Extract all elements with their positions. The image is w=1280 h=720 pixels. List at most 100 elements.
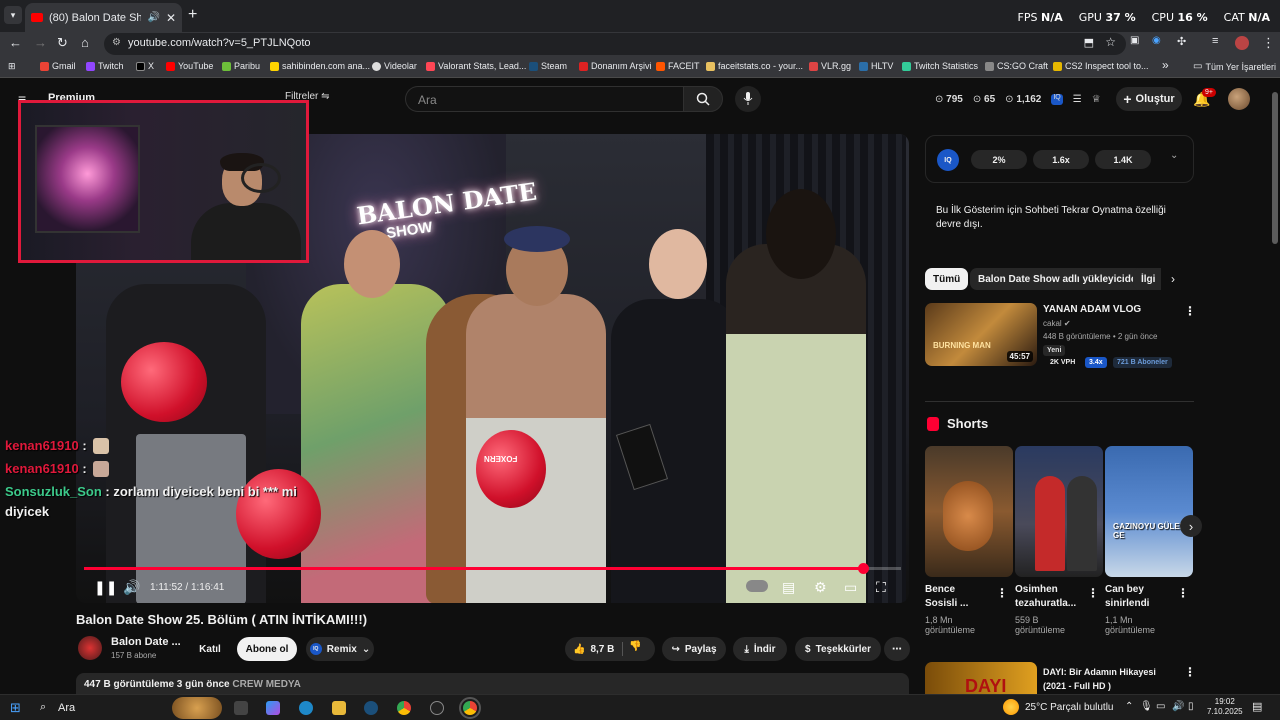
vidiq-icon[interactable]: IQ <box>1051 94 1063 105</box>
taskbar-search-label[interactable]: Ara <box>58 702 75 714</box>
bookmark-csgocraft[interactable]: CS:GO Craft <box>985 61 1048 71</box>
short-thumbnail[interactable] <box>925 446 1013 577</box>
recommended-video-title[interactable]: DAYI: Bir Adamın Hikayesi (2021 - Full HD… <box>1043 665 1156 693</box>
chrome-icon[interactable] <box>397 701 411 715</box>
bookmark-vlr[interactable]: VLR.gg <box>809 61 851 71</box>
task-view-icon[interactable] <box>234 701 248 715</box>
battery-icon[interactable]: ▯ <box>1188 701 1194 712</box>
short-thumbnail[interactable]: GAZINOYU GÜLER GE <box>1105 446 1193 577</box>
steam-taskbar-icon[interactable] <box>364 701 378 715</box>
apps-grid-icon[interactable]: ⊞ <box>8 61 16 72</box>
windows-start-icon[interactable]: ⊞ <box>10 700 21 716</box>
clock[interactable]: 19:02 7.10.2025 <box>1207 697 1243 717</box>
all-bookmarks-folder[interactable]: ▭ Tüm Yer İşaretleri <box>1193 61 1276 72</box>
notification-center-icon[interactable]: ▤ <box>1252 700 1262 713</box>
more-options-icon[interactable]: ⋮ <box>1184 665 1196 679</box>
create-button[interactable]: + Oluştur <box>1116 87 1182 111</box>
trophy-icon[interactable]: ♕ <box>1092 94 1101 105</box>
new-tab-button[interactable]: + <box>188 6 197 24</box>
weather-text[interactable]: 25°C Parçalı bulutlu <box>1025 702 1114 713</box>
subscribe-button[interactable]: Abone ol <box>237 637 297 661</box>
tray-chevron-icon[interactable]: ⌃ <box>1125 701 1133 712</box>
bookmark-paribu[interactable]: Paribu <box>222 61 260 71</box>
close-tab-icon[interactable]: ✕ <box>166 11 176 25</box>
video-progress-bar[interactable] <box>84 563 901 574</box>
install-app-icon[interactable]: ⬒ <box>1084 36 1094 49</box>
profile-avatar-icon[interactable] <box>1235 36 1249 50</box>
more-options-icon[interactable]: ⋮ <box>996 586 1008 600</box>
user-avatar[interactable] <box>1228 88 1250 110</box>
volume-icon[interactable]: 🔊 <box>123 579 140 596</box>
download-button[interactable]: ⤓ İndir <box>733 637 787 661</box>
short-title[interactable]: Bence Sosisli ... <box>925 583 968 611</box>
voice-search-button[interactable] <box>735 86 761 112</box>
more-bookmarks-button[interactable]: » <box>1162 58 1169 72</box>
network-icon[interactable]: ▭ <box>1156 701 1165 712</box>
expand-chevron-icon[interactable]: ⌄ <box>1170 150 1178 161</box>
extension-icon[interactable]: ▣ <box>1130 35 1139 46</box>
forward-arrow-icon[interactable]: → <box>34 35 47 50</box>
hashtag[interactable]: CREW MEDYA <box>232 679 301 690</box>
bookmark-x[interactable]: X <box>136 61 154 71</box>
site-info-icon[interactable]: ⚙ <box>112 37 121 48</box>
bookmark-cs2inspect[interactable]: CS2 Inspect tool to... <box>1053 61 1149 71</box>
tab-search-button[interactable]: ▾ <box>4 6 22 24</box>
short-title[interactable]: Osimhen tezahuratla... <box>1015 583 1076 611</box>
theater-mode-icon[interactable]: ▭ <box>844 579 857 596</box>
extensions-puzzle-icon[interactable]: ✣ <box>1177 35 1186 48</box>
taskbar-search-icon[interactable]: ⌕ <box>40 701 46 714</box>
copilot-icon[interactable] <box>266 701 280 715</box>
browser-tab-active[interactable]: (80) Balon Date Show 25. B 🔊 ✕ <box>25 3 182 32</box>
search-button[interactable] <box>683 86 723 112</box>
browser-menu-icon[interactable]: ⋮ <box>1262 35 1275 51</box>
share-button[interactable]: ↪ Paylaş <box>662 637 726 661</box>
url-bar[interactable]: ⚙ youtube.com/watch?v=5_PTJLNQoto ⬒ ☆ <box>104 33 1126 55</box>
weather-icon[interactable] <box>1003 699 1019 715</box>
subtitles-icon[interactable]: ▤ <box>782 579 795 596</box>
channel-name[interactable]: Balon Date ... <box>111 636 181 648</box>
chrome-active-icon[interactable] <box>459 697 481 719</box>
bookmark-youtube[interactable]: YouTube <box>166 61 213 71</box>
recommended-channel[interactable]: cakal ✔ <box>1043 319 1071 328</box>
bookmark-sahibinden[interactable]: sahibinden.com ana... <box>270 61 370 71</box>
bookmark-twitch[interactable]: Twitch <box>86 61 124 71</box>
bookmark-twitch-stats[interactable]: Twitch Statistics <box>902 61 978 71</box>
extension2-icon[interactable]: ◉ <box>1152 35 1161 46</box>
obs-icon[interactable] <box>430 701 444 715</box>
thanks-button[interactable]: $ Teşekkürler <box>795 637 881 661</box>
home-icon[interactable]: ⌂ <box>81 35 89 50</box>
chip-related[interactable]: İlgi <box>1133 268 1161 290</box>
bookmark-faceit[interactable]: FACEIT <box>656 61 700 71</box>
recommended-video-thumbnail[interactable]: BURNING MAN 45:57 <box>925 303 1037 366</box>
reload-icon[interactable]: ↻ <box>57 35 68 51</box>
fullscreen-icon[interactable]: ⛶ <box>876 579 886 596</box>
list-icon[interactable]: ☰ <box>1073 94 1082 105</box>
bookmark-faceitstats[interactable]: faceitstats.co - your... <box>706 61 803 71</box>
vidiq-logo-icon[interactable]: IQ <box>937 149 959 171</box>
shorts-next-chevron-icon[interactable]: › <box>1180 515 1202 537</box>
edge-icon[interactable] <box>299 701 313 715</box>
short-thumbnail[interactable] <box>1015 446 1103 577</box>
back-arrow-icon[interactable]: ← <box>9 35 22 50</box>
more-options-icon[interactable]: ⋮ <box>1177 586 1189 600</box>
tab-list-icon[interactable]: ≡ <box>1212 35 1218 47</box>
mic-tray-icon[interactable]: 🎙 <box>1140 701 1153 712</box>
dislike-icon[interactable]: 👎 <box>629 641 641 652</box>
file-explorer-icon[interactable] <box>332 701 346 715</box>
recommended-video-title[interactable]: YANAN ADAM VLOG <box>1043 304 1141 315</box>
speaker-icon[interactable]: 🔊 <box>147 12 159 23</box>
chip-from-uploader[interactable]: Balon Date Show adlı yükleyiciden <box>970 268 1151 290</box>
chips-next-chevron-icon[interactable]: › <box>1171 272 1175 286</box>
join-button[interactable]: Katıl <box>190 637 230 661</box>
remix-button[interactable]: IQ Remix ⌄ <box>306 637 374 661</box>
more-actions-button[interactable]: ⋯ <box>884 637 910 661</box>
bookmark-donanim[interactable]: Donanım Arşivi <box>579 61 652 71</box>
scrollbar-thumb[interactable] <box>1272 92 1278 244</box>
settings-gear-icon[interactable]: ⚙ <box>814 579 827 596</box>
bookmark-gmail[interactable]: Gmail <box>40 61 76 71</box>
volume-tray-icon[interactable]: 🔊 <box>1172 701 1184 712</box>
chip-all[interactable]: Tümü <box>925 268 969 290</box>
bookmark-valorant[interactable]: Valorant Stats, Lead... <box>426 61 526 71</box>
more-options-icon[interactable]: ⋮ <box>1087 586 1099 600</box>
like-icon[interactable]: 👍 <box>573 644 585 655</box>
